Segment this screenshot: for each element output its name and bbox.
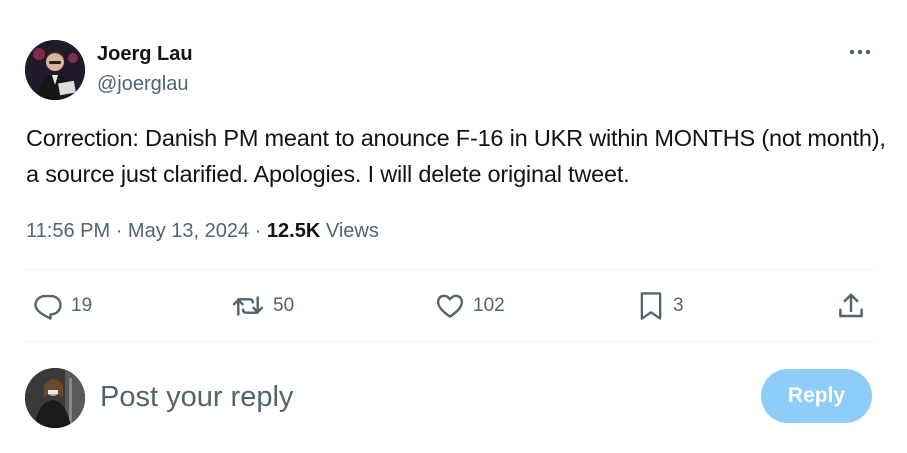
author-avatar[interactable] <box>25 40 85 100</box>
share-icon <box>839 293 863 318</box>
like-count: 102 <box>473 295 505 316</box>
reply-action[interactable]: 19 <box>33 290 92 322</box>
author-handle[interactable]: @joerglau <box>97 72 188 96</box>
meta-separator: · <box>115 220 123 242</box>
reply-button[interactable]: Reply <box>761 369 872 423</box>
reply-count: 19 <box>71 295 93 316</box>
divider <box>26 269 876 270</box>
user-avatar[interactable] <box>25 368 85 428</box>
page-title: Post <box>110 0 162 8</box>
bookmark-icon <box>640 292 662 320</box>
tweet-time[interactable]: 11:56 PM <box>26 220 110 242</box>
page-header: Post <box>0 0 907 8</box>
reply-input[interactable]: Post your reply <box>100 378 293 416</box>
meta-separator: · <box>254 220 262 242</box>
user-photo <box>25 368 85 428</box>
views-label: Views <box>325 220 379 242</box>
author-name[interactable]: Joerg Lau <box>97 42 193 66</box>
tweet-date[interactable]: May 13, 2024 <box>128 220 249 242</box>
tweet-text: Correction: Danish PM meant to anounce F… <box>26 125 886 187</box>
repost-count: 50 <box>273 295 295 316</box>
more-dots-icon[interactable] <box>846 42 874 62</box>
tweet-meta: 11:56 PM · May 13, 2024 · 12.5K Views <box>26 218 379 244</box>
repost-action[interactable]: 50 <box>231 290 294 322</box>
bookmark-count: 3 <box>673 295 684 316</box>
divider <box>26 341 876 342</box>
share-action[interactable] <box>836 290 866 322</box>
views-count: 12.5K <box>266 220 321 242</box>
heart-icon <box>436 294 464 318</box>
reply-icon <box>34 294 62 320</box>
like-action[interactable]: 102 <box>435 290 505 322</box>
author-photo <box>25 40 85 100</box>
bookmark-action[interactable]: 3 <box>637 290 684 322</box>
repost-icon <box>232 296 264 316</box>
arrow-left-icon[interactable] <box>28 0 50 2</box>
